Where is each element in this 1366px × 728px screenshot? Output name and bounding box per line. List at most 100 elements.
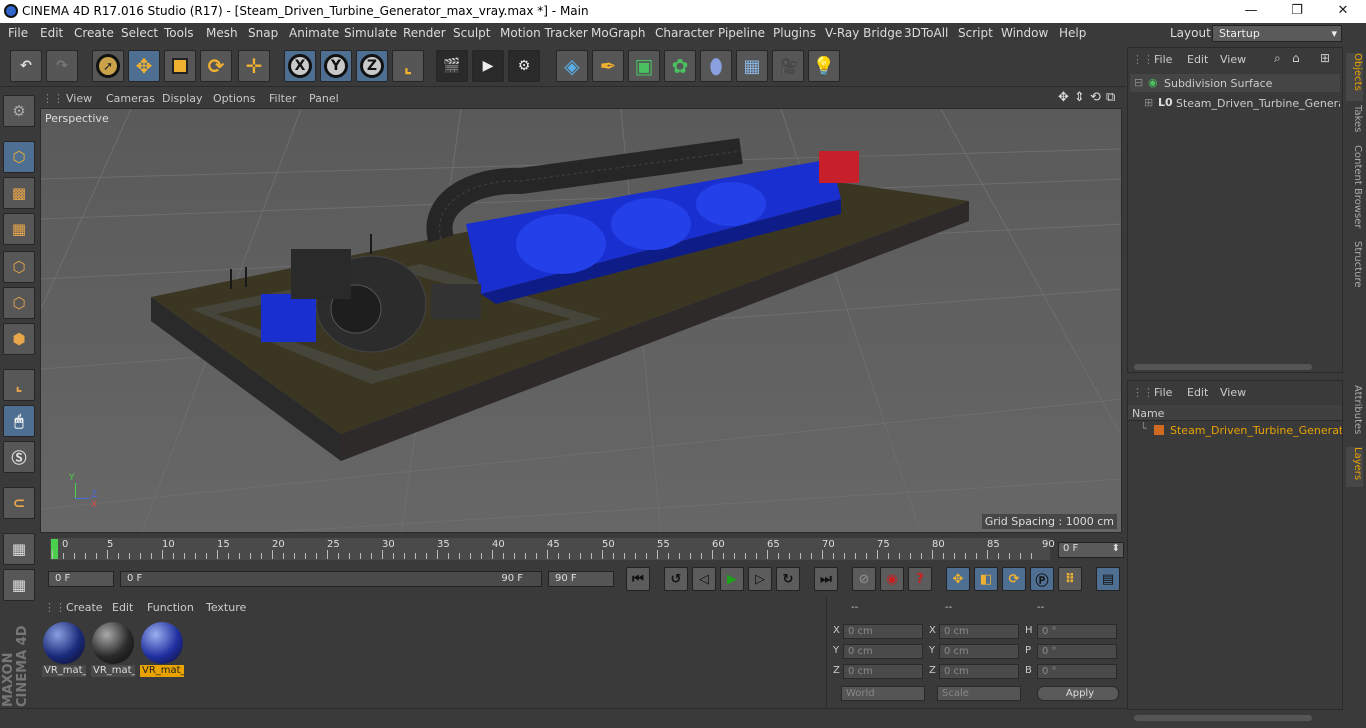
light-button[interactable]: 💡 — [808, 50, 840, 82]
key-pla-button[interactable]: ⠿ — [1058, 567, 1082, 591]
tab-objects[interactable]: Objects — [1346, 53, 1363, 101]
pos-x-field[interactable]: 0 cm — [843, 624, 923, 639]
size-y-field[interactable]: 0 cm — [939, 644, 1019, 659]
layout-dropdown[interactable]: Startup ▾ — [1212, 25, 1342, 42]
material-menu-edit[interactable]: Edit — [112, 601, 133, 614]
menu-script[interactable]: Script — [958, 26, 993, 40]
rot-h-field[interactable]: 0 ° — [1037, 624, 1117, 639]
add-panel-icon[interactable]: ⊞ — [1320, 51, 1330, 65]
menu-render[interactable]: Render — [403, 26, 446, 40]
key-scale-button[interactable]: ◧ — [974, 567, 998, 591]
layers-menu-file[interactable]: File — [1154, 386, 1172, 399]
menu-3dtoall[interactable]: 3DToAll — [904, 26, 948, 40]
key-position-button[interactable]: ✥ — [946, 567, 970, 591]
close-button[interactable]: ✕ — [1320, 0, 1366, 23]
menu-animate[interactable]: Animate — [289, 26, 339, 40]
material-swatch[interactable]: VR_mat_ — [42, 621, 86, 677]
workplane-mode-button[interactable]: ▦ — [3, 213, 35, 245]
menu-sculpt[interactable]: Sculpt — [453, 26, 490, 40]
pos-y-field[interactable]: 0 cm — [843, 644, 923, 659]
make-editable-button[interactable]: ⚙ — [3, 95, 35, 127]
viewport-menu-display[interactable]: Display — [162, 92, 203, 105]
size-z-field[interactable]: 0 cm — [939, 664, 1019, 679]
tab-takes[interactable]: Takes — [1346, 105, 1363, 137]
rot-p-field[interactable]: 0 ° — [1037, 644, 1117, 659]
x-axis-lock-button[interactable]: X — [284, 50, 316, 82]
start-frame-field[interactable]: 0 F — [48, 571, 114, 587]
cloner-button[interactable]: ✿ — [664, 50, 696, 82]
layers-menu-edit[interactable]: Edit — [1187, 386, 1208, 399]
objects-menu-file[interactable]: File — [1154, 53, 1172, 66]
next-key-button[interactable]: ↻ — [776, 567, 800, 591]
live-selection-tool[interactable]: ➚ — [92, 50, 124, 82]
play-button[interactable]: ▶ — [720, 567, 744, 591]
rot-b-field[interactable]: 0 ° — [1037, 664, 1117, 679]
edges-mode-button[interactable]: ⬡ — [3, 287, 35, 319]
render-view-button[interactable]: 🎬 — [436, 50, 468, 82]
layers-menu-view[interactable]: View — [1220, 386, 1246, 399]
menu-mograph[interactable]: MoGraph — [591, 26, 646, 40]
perspective-viewport[interactable]: Perspective Grid Spacing : 1000 cm Y Z X — [40, 108, 1122, 533]
tab-structure[interactable]: Structure — [1346, 241, 1363, 293]
axis-mode-button[interactable]: ⌞ — [3, 369, 35, 401]
pos-z-field[interactable]: 0 cm — [843, 664, 923, 679]
menu-pipeline[interactable]: Pipeline — [718, 26, 765, 40]
timeline-ruler[interactable]: 0 5 10 15 20 25 30 35 40 45 50 55 60 65 70 75 80 85 90 — [50, 538, 1055, 560]
menu-create[interactable]: Create — [74, 26, 114, 40]
apply-button[interactable]: Apply — [1037, 686, 1119, 701]
material-swatch-selected[interactable]: VR_mat_ — [140, 621, 184, 677]
redo-button[interactable]: ↷ — [46, 50, 78, 82]
go-to-start-button[interactable]: ⏮ — [626, 567, 650, 591]
rotate-tool[interactable]: ⟳ — [200, 50, 232, 82]
viewport-zoom-icon[interactable]: ⇕ — [1074, 90, 1085, 105]
scale-tool[interactable] — [164, 50, 196, 82]
size-mode-dropdown[interactable]: Scale — [937, 686, 1021, 701]
minimize-button[interactable]: — — [1228, 0, 1274, 23]
render-picture-viewer-button[interactable]: ▶ — [472, 50, 504, 82]
record-keys-button[interactable]: ⊘ — [852, 567, 876, 591]
model-mode-button[interactable]: ⬡ — [3, 141, 35, 173]
texture-mode-button[interactable]: ▩ — [3, 177, 35, 209]
tree-row-turbine[interactable]: ⊞ L0 Steam_Driven_Turbine_Generator — [1130, 94, 1340, 112]
points-mode-button[interactable]: ⬡ — [3, 251, 35, 283]
viewport-menu-options[interactable]: Options — [213, 92, 255, 105]
menu-help[interactable]: Help — [1059, 26, 1086, 40]
deformer-button[interactable]: ⬮ — [700, 50, 732, 82]
material-swatch[interactable]: VR_mat_ — [91, 621, 135, 677]
coordinate-system-button[interactable]: ⌞ — [392, 50, 424, 82]
render-settings-button[interactable]: ⚙ — [508, 50, 540, 82]
viewport-rotate-icon[interactable]: ⟲ — [1090, 90, 1101, 105]
end-frame-field[interactable]: 90 F — [548, 571, 614, 587]
layer-row[interactable]: └ Steam_Driven_Turbine_Generator — [1128, 422, 1342, 438]
layer-color-swatch[interactable] — [1154, 425, 1164, 435]
menu-window[interactable]: Window — [1001, 26, 1048, 40]
objects-menu-edit[interactable]: Edit — [1187, 53, 1208, 66]
camera-button[interactable]: 🎥 — [772, 50, 804, 82]
pen-spline-button[interactable]: ✒ — [592, 50, 624, 82]
z-axis-lock-button[interactable]: Z — [356, 50, 388, 82]
viewport-move-icon[interactable]: ✥ — [1058, 90, 1069, 105]
coordinate-space-dropdown[interactable]: World — [841, 686, 925, 701]
key-parameter-button[interactable]: Ⓟ — [1030, 567, 1054, 591]
menu-file[interactable]: File — [8, 26, 28, 40]
menu-edit[interactable]: Edit — [40, 26, 63, 40]
menu-mesh[interactable]: Mesh — [206, 26, 238, 40]
floor-button[interactable]: ▦ — [736, 50, 768, 82]
menu-character[interactable]: Character — [655, 26, 714, 40]
previous-frame-button[interactable]: ◁ — [692, 567, 716, 591]
maximize-button[interactable]: ❐ — [1274, 0, 1320, 23]
go-to-end-button[interactable]: ⏭ — [814, 567, 838, 591]
move-tool[interactable]: ✥ — [128, 50, 160, 82]
viewport-layout-icon[interactable]: ⧉ — [1106, 90, 1115, 105]
material-menu-texture[interactable]: Texture — [206, 601, 246, 614]
menu-select[interactable]: Select — [121, 26, 158, 40]
snap-button[interactable]: ⊂ — [3, 487, 35, 519]
cube-primitive-button[interactable]: ◈ — [556, 50, 588, 82]
horizontal-scrollbar[interactable] — [1134, 715, 1312, 721]
menu-snap[interactable]: Snap — [248, 26, 278, 40]
menu-plugins[interactable]: Plugins — [773, 26, 816, 40]
tab-layers[interactable]: Layers — [1346, 447, 1363, 487]
workplane-button[interactable]: ▦ — [3, 569, 35, 601]
objects-menu-view[interactable]: View — [1220, 53, 1246, 66]
material-menu-create[interactable]: Create — [66, 601, 103, 614]
